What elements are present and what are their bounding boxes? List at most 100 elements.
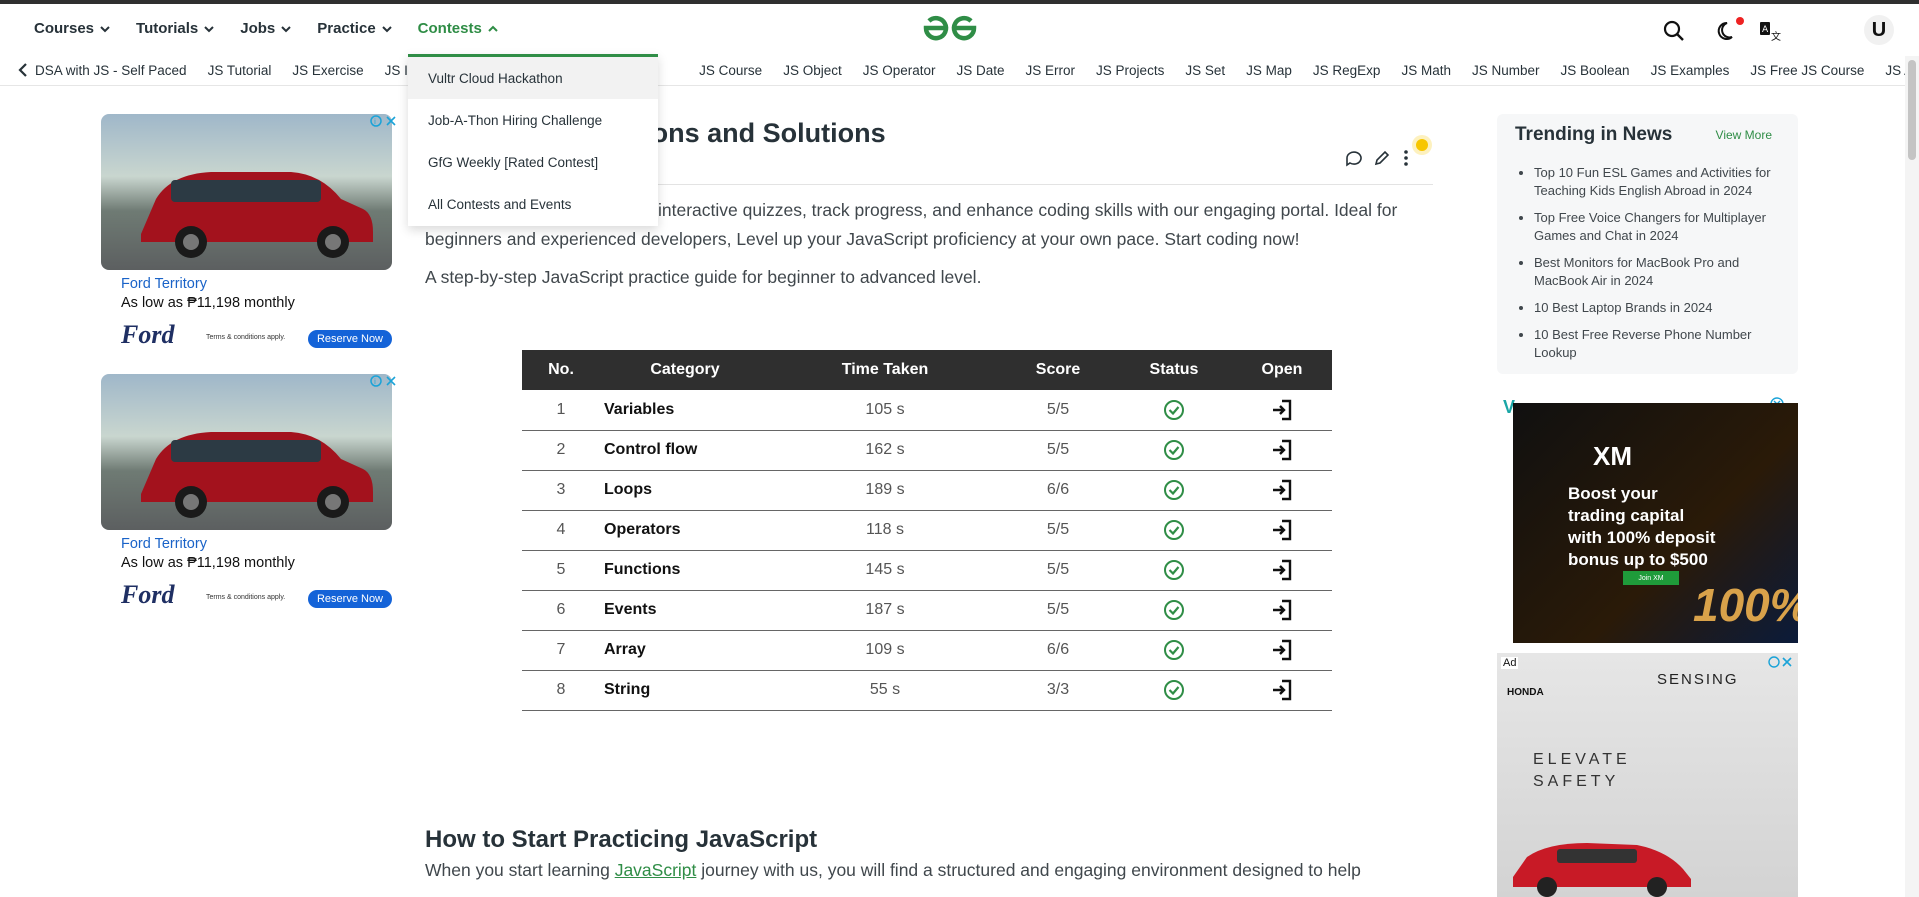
reserve-now-button[interactable]: Reserve Now (308, 330, 392, 348)
dropdown-item[interactable]: GfG Weekly [Rated Contest] (408, 141, 658, 183)
ford-ad[interactable]: i Ford Territory As low as ₱11,198 month… (101, 374, 399, 624)
subnav-item[interactable]: JS Map (1246, 63, 1292, 78)
cell-no: 5 (522, 550, 600, 591)
search-icon[interactable] (1661, 18, 1687, 44)
trending-item[interactable]: 10 Best Free Reverse Phone Number Lookup (1534, 326, 1774, 362)
open-login-icon[interactable] (1270, 398, 1294, 422)
subnav-item[interactable]: JS Examples (1651, 63, 1730, 78)
nav-jobs[interactable]: Jobs (240, 20, 291, 37)
dropdown-item[interactable]: Vultr Cloud Hackathon (408, 57, 658, 99)
translate-icon[interactable]: A文 (1757, 18, 1783, 44)
join-xm-button[interactable]: Join XM (1623, 571, 1679, 585)
subnav-item[interactable]: JS Course (699, 63, 762, 78)
javascript-link[interactable]: JavaScript (615, 860, 697, 880)
svg-text:文: 文 (1771, 30, 1781, 43)
subnav-item[interactable]: JS A to Z (1885, 63, 1905, 78)
trending-panel: Trending in News View More Top 10 Fun ES… (1497, 114, 1798, 374)
dropdown-item[interactable]: Job-A-Thon Hiring Challenge (408, 99, 658, 141)
ford-logo: Ford (121, 580, 175, 609)
cell-time: 55 s (770, 670, 1000, 711)
cell-status (1116, 430, 1232, 471)
subnav-item[interactable]: JS Tutorial (208, 63, 272, 78)
cell-open[interactable] (1232, 670, 1332, 711)
cell-open[interactable] (1232, 590, 1332, 631)
subnav-item[interactable]: JS Exercise (292, 63, 363, 78)
trending-item[interactable]: Top Free Voice Changers for Multiplayer … (1534, 209, 1774, 245)
nav-tutorials[interactable]: Tutorials (136, 20, 214, 37)
col-status: Status (1116, 350, 1232, 390)
table-row: 6 Events 187 s 5/5 (522, 590, 1332, 631)
subnav-item[interactable]: JS RegExp (1313, 63, 1381, 78)
subnav-item[interactable]: JS Set (1185, 63, 1225, 78)
subnav-item[interactable]: JS Object (783, 63, 842, 78)
trending-item[interactable]: Top 10 Fun ESL Games and Activities for … (1534, 164, 1774, 200)
cell-open[interactable] (1232, 550, 1332, 591)
gfg-logo[interactable] (920, 12, 980, 44)
nav-contests[interactable]: Contests (418, 20, 498, 37)
cell-score: 6/6 (1000, 630, 1116, 671)
chevron-left-icon[interactable] (16, 62, 30, 78)
ad-title[interactable]: Ford Territory (121, 276, 207, 292)
trending-item[interactable]: 10 Best Laptop Brands in 2024 (1534, 299, 1774, 317)
ad-title[interactable]: Ford Territory (121, 536, 207, 552)
subnav-item[interactable]: JS Operator (863, 63, 936, 78)
table-row: 2 Control flow 162 s 5/5 (522, 430, 1332, 471)
ad-price: As low as ₱11,198 monthly (121, 295, 295, 311)
open-login-icon[interactable] (1270, 438, 1294, 462)
cell-open[interactable] (1232, 630, 1332, 671)
view-more-link[interactable]: View More (1716, 128, 1772, 142)
subnav-item[interactable]: JS Error (1026, 63, 1076, 78)
subnav-item[interactable]: JS Boolean (1561, 63, 1630, 78)
avatar[interactable]: U (1864, 15, 1894, 45)
honda-ad[interactable]: Ad HONDA SENSING ELEVATE SAFETY (1497, 653, 1798, 897)
article-tools (1340, 148, 1420, 170)
cell-status (1116, 630, 1232, 671)
edit-pencil-icon[interactable] (1372, 148, 1392, 168)
cell-score: 5/5 (1000, 550, 1116, 591)
table-header-row: No. Category Time Taken Score Status Ope… (522, 350, 1332, 390)
honda-logo: HONDA (1507, 687, 1544, 698)
subnav-item[interactable]: JS Projects (1096, 63, 1164, 78)
dropdown-item[interactable]: All Contests and Events (408, 183, 658, 225)
subnav-item[interactable]: JS Free JS Course (1750, 63, 1864, 78)
open-login-icon[interactable] (1270, 478, 1294, 502)
cell-open[interactable] (1232, 390, 1332, 431)
scrollbar-thumb[interactable] (1908, 60, 1916, 160)
cell-no: 1 (522, 390, 600, 431)
svg-text:A: A (1762, 25, 1769, 35)
open-login-icon[interactable] (1270, 638, 1294, 662)
subnav-item[interactable]: JS Number (1472, 63, 1540, 78)
cell-open[interactable] (1232, 470, 1332, 511)
car-image (141, 172, 373, 258)
more-vertical-icon[interactable] (1396, 148, 1416, 168)
ford-ad[interactable]: i Ford Territory As low as ₱11,198 month… (101, 114, 399, 364)
nav-courses[interactable]: Courses (34, 20, 110, 37)
xm-big-text: 100% (1693, 579, 1798, 631)
xm-ad[interactable]: V XM Boost your trading capital with 100… (1497, 393, 1798, 643)
cell-open[interactable] (1232, 430, 1332, 471)
subnav-item[interactable]: JS Date (957, 63, 1005, 78)
nav-jobs-label: Jobs (240, 20, 276, 37)
nav-practice[interactable]: Practice (317, 20, 392, 37)
svg-text:i: i (374, 118, 376, 126)
ad-car-photo (101, 374, 392, 530)
subnav-item[interactable]: JS Math (1401, 63, 1451, 78)
table-row: 7 Array 109 s 6/6 (522, 630, 1332, 671)
adchoices-icon[interactable]: i (369, 114, 399, 128)
cell-open[interactable] (1232, 510, 1332, 551)
comment-icon[interactable] (1344, 148, 1364, 168)
open-login-icon[interactable] (1270, 678, 1294, 702)
adchoices-icon[interactable]: i (369, 374, 399, 388)
ad-label: Ad (1501, 657, 1519, 669)
adchoices-icon[interactable] (1768, 655, 1794, 669)
ad-price: As low as ₱11,198 monthly (121, 555, 295, 571)
trending-item[interactable]: Best Monitors for MacBook Pro and MacBoo… (1534, 254, 1774, 290)
open-login-icon[interactable] (1270, 558, 1294, 582)
open-login-icon[interactable] (1270, 518, 1294, 542)
reserve-now-button[interactable]: Reserve Now (308, 590, 392, 608)
subnav-item[interactable]: DSA with JS - Self Paced (35, 63, 187, 78)
svg-text:i: i (374, 378, 376, 386)
open-login-icon[interactable] (1270, 598, 1294, 622)
table-row: 3 Loops 189 s 6/6 (522, 470, 1332, 511)
scrollbar[interactable] (1905, 56, 1919, 897)
